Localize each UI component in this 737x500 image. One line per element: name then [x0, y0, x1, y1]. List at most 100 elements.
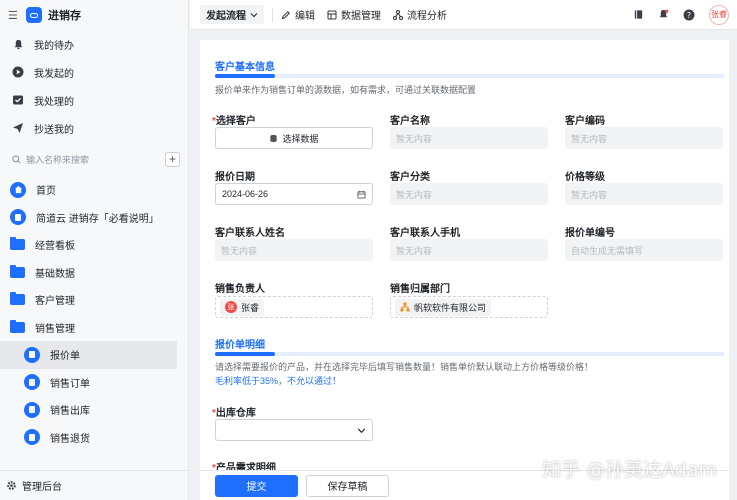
admin-label: 管理后台	[22, 482, 62, 493]
sidebar-item-started[interactable]: 我发起的	[0, 58, 188, 86]
sales-dept-label: 销售归属部门	[390, 284, 450, 295]
select-customer-label: *选择客户	[212, 112, 256, 127]
sidebar-item-label: 报价单	[50, 351, 80, 363]
topbar-right: ? 张睿	[633, 4, 737, 25]
form-icon	[24, 429, 40, 446]
margin-warning: 毛利率低于35%，不允以通过！	[215, 376, 342, 386]
sidebar-item-label: 基础数据	[35, 268, 75, 280]
search-icon	[12, 154, 21, 163]
sales-dept-picker[interactable]: 帆软软件有限公司	[390, 296, 548, 318]
help-icon[interactable]: ?	[683, 9, 695, 21]
quote-date-input[interactable]: 2024-06-26	[215, 183, 373, 205]
sidebar-item-label: 简道云 进销存「必看说明」	[36, 213, 159, 225]
play-icon	[12, 66, 24, 78]
sidebar-item-label: 销售退货	[50, 433, 90, 445]
sidebar-item-sales[interactable]: 销售管理	[0, 314, 188, 342]
sidebar-search-input[interactable]: 输入名称来搜索	[8, 150, 159, 168]
bell-icon	[12, 38, 24, 50]
start-flow-button[interactable]: 发起流程	[200, 5, 264, 24]
sidebar-search-row: 输入名称来搜索 +	[0, 148, 188, 170]
customer-code-label: 客户编码	[565, 116, 605, 127]
sidebar-item-home[interactable]: 首页	[0, 176, 188, 204]
edit-button[interactable]: 编辑	[281, 7, 315, 22]
contact-name-field: 暂无内容	[215, 239, 373, 261]
database-icon	[270, 134, 278, 142]
folder-icon	[10, 292, 25, 306]
dept-chip: 帆软软件有限公司	[395, 298, 492, 316]
sidebar-item-dashboard[interactable]: 经营看板	[0, 231, 188, 259]
price-level-label: 价格等级	[565, 172, 605, 183]
folder-icon	[10, 264, 25, 278]
user-avatar[interactable]: 张睿	[709, 4, 729, 25]
sidebar-item-sales-return[interactable]: 销售退货	[0, 424, 188, 452]
menu-icon[interactable]: ☰	[8, 9, 20, 22]
chevron-down-icon	[250, 12, 258, 17]
calendar-icon	[357, 190, 366, 199]
select-data-label: 选择数据	[282, 133, 319, 144]
gear-icon	[7, 481, 16, 490]
sidebar-item-customers[interactable]: 客户管理	[0, 286, 188, 314]
data-manage-button[interactable]: 数据管理	[327, 7, 381, 22]
sidebar-item-quote[interactable]: 报价单	[0, 341, 177, 369]
quote-no-field: 自动生成无需填写	[565, 239, 723, 261]
sidebar-item-guide[interactable]: 简道云 进销存「必看说明」	[0, 204, 188, 232]
sidebar-item-label: 销售出库	[50, 406, 90, 418]
price-level-field: 暂无内容	[565, 183, 723, 205]
home-icon	[10, 181, 26, 198]
flow-icon	[393, 9, 403, 20]
customer-class-label: 客户分类	[390, 172, 430, 183]
flow-analysis-label: 流程分析	[407, 11, 447, 22]
customer-class-field: 暂无内容	[390, 183, 548, 205]
sidebar-item-sales-order[interactable]: 销售订单	[0, 369, 188, 397]
sidebar-item-label: 经营看板	[35, 241, 75, 253]
member-avatar: 张	[225, 301, 237, 313]
sales-owner-picker[interactable]: 张 张睿	[215, 296, 373, 318]
select-data-button[interactable]: 选择数据	[215, 127, 373, 149]
sidebar-item-label: 抄送我的	[34, 124, 74, 136]
sidebar-item-cc[interactable]: 抄送我的	[0, 114, 188, 142]
sidebar-menu: 首页 简道云 进销存「必看说明」 经营看板 基础数据 客户管理 销售管理 报价单	[0, 176, 188, 451]
data-manage-label: 数据管理	[341, 11, 381, 22]
add-button[interactable]: +	[165, 151, 180, 167]
form-icon	[24, 346, 40, 363]
sidebar-item-basic-data[interactable]: 基础数据	[0, 259, 188, 287]
sidebar-item-label: 客户管理	[35, 296, 75, 308]
flow-analysis-button[interactable]: 流程分析	[393, 7, 447, 22]
section-underline	[215, 352, 724, 356]
member-name: 张睿	[241, 302, 260, 313]
contact-phone-field: 暂无内容	[390, 239, 548, 261]
send-icon	[12, 122, 24, 134]
sidebar-item-label: 首页	[36, 186, 56, 198]
submit-button[interactable]: 提交	[215, 474, 298, 497]
quote-date-label: 报价日期	[215, 172, 255, 183]
section-title-customer: 客户基本信息	[215, 62, 275, 73]
book-icon[interactable]	[633, 9, 644, 20]
app-header: ☰ 进销存	[0, 0, 188, 30]
folder-icon	[10, 319, 25, 333]
inbox-icon	[12, 94, 24, 106]
admin-link[interactable]: 管理后台	[0, 470, 188, 500]
customer-name-label: 客户名称	[390, 116, 430, 127]
svg-text:?: ?	[687, 10, 691, 19]
sidebar-item-todo[interactable]: 我的待办	[0, 30, 188, 58]
section-title-detail: 报价单明细	[215, 340, 265, 351]
warehouse-select[interactable]	[215, 419, 373, 441]
sidebar-item-handled[interactable]: 我处理的	[0, 86, 188, 114]
sidebar-item-label: 销售订单	[50, 378, 90, 390]
sidebar-item-sales-out[interactable]: 销售出库	[0, 396, 188, 424]
form-icon	[24, 374, 40, 391]
quote-date-value: 2024-06-26	[222, 189, 269, 199]
label-text: 选择客户	[215, 116, 256, 127]
contact-phone-label: 客户联系人手机	[390, 228, 460, 239]
save-draft-button[interactable]: 保存草稿	[306, 474, 389, 497]
label-text: 出库仓库	[215, 408, 256, 419]
warehouse-label: *出库仓库	[212, 404, 256, 419]
table-icon	[327, 10, 337, 19]
customer-name-field: 暂无内容	[390, 127, 548, 149]
folder-icon	[10, 237, 25, 251]
section-description: 报价单来作为销售订单的源数据，如有需求，可通过关联数据配置	[215, 85, 477, 95]
sidebar-item-label: 我处理的	[34, 96, 74, 108]
sidebar-item-label: 我发起的	[34, 68, 74, 80]
notification-icon[interactable]	[658, 9, 669, 20]
pencil-icon	[281, 10, 291, 19]
